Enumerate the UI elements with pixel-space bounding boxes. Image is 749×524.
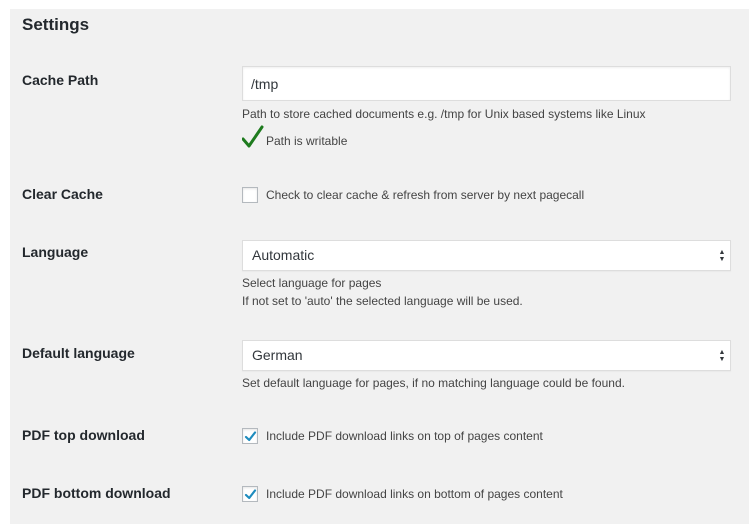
page-title: Settings <box>22 15 90 34</box>
language-description-2: If not set to 'auto' the selected langua… <box>242 294 523 308</box>
pdf-bottom-checkbox[interactable] <box>242 486 258 502</box>
default-language-field: German ▲ ▼ Set default language for pages… <box>242 340 732 392</box>
language-select[interactable]: Automatic ▲ ▼ <box>242 240 731 271</box>
checkbox-check-icon <box>244 489 257 500</box>
checkmark-icon <box>242 125 264 148</box>
checkbox-check-icon <box>244 431 257 442</box>
language-field: Automatic ▲ ▼ Select language for pages I… <box>242 240 732 310</box>
path-status-text: Path is writable <box>266 134 348 148</box>
default-language-label: Default language <box>22 345 135 361</box>
default-language-select-value: German <box>252 347 303 363</box>
clear-cache-label: Clear Cache <box>22 186 103 202</box>
language-select-value: Automatic <box>252 247 315 263</box>
clear-cache-checkbox-label: Check to clear cache & refresh from serv… <box>266 188 585 202</box>
language-label: Language <box>22 244 89 260</box>
updown-arrows-icon: ▲ ▼ <box>718 249 726 263</box>
default-language-description: Set default language for pages, if no ma… <box>242 376 625 390</box>
clear-cache-field: Check to clear cache & refresh from serv… <box>242 187 732 203</box>
pdf-top-checkbox-label: Include PDF download links on top of pag… <box>266 429 543 443</box>
settings-panel: Settings Cache Path Path to store cached… <box>10 9 749 524</box>
cache-path-field: Path to store cached documents e.g. /tmp… <box>242 66 732 149</box>
cache-path-description: Path to store cached documents e.g. /tmp… <box>242 107 646 121</box>
updown-arrows-icon: ▲ ▼ <box>718 349 726 363</box>
path-status: Path is writable <box>242 125 732 149</box>
pdf-top-option[interactable]: Include PDF download links on top of pag… <box>242 428 732 444</box>
pdf-top-download-label: PDF top download <box>22 427 145 443</box>
pdf-bottom-checkbox-label: Include PDF download links on bottom of … <box>266 487 563 501</box>
language-description-1: Select language for pages <box>242 276 382 290</box>
cache-path-input[interactable] <box>242 66 731 101</box>
pdf-bottom-download-field: Include PDF download links on bottom of … <box>242 486 732 502</box>
pdf-bottom-download-label: PDF bottom download <box>22 485 171 501</box>
default-language-select[interactable]: German ▲ ▼ <box>242 340 731 371</box>
pdf-top-download-field: Include PDF download links on top of pag… <box>242 428 732 444</box>
clear-cache-option[interactable]: Check to clear cache & refresh from serv… <box>242 187 732 203</box>
clear-cache-checkbox[interactable] <box>242 187 258 203</box>
pdf-bottom-option[interactable]: Include PDF download links on bottom of … <box>242 486 732 502</box>
cache-path-label: Cache Path <box>22 72 99 88</box>
pdf-top-checkbox[interactable] <box>242 428 258 444</box>
